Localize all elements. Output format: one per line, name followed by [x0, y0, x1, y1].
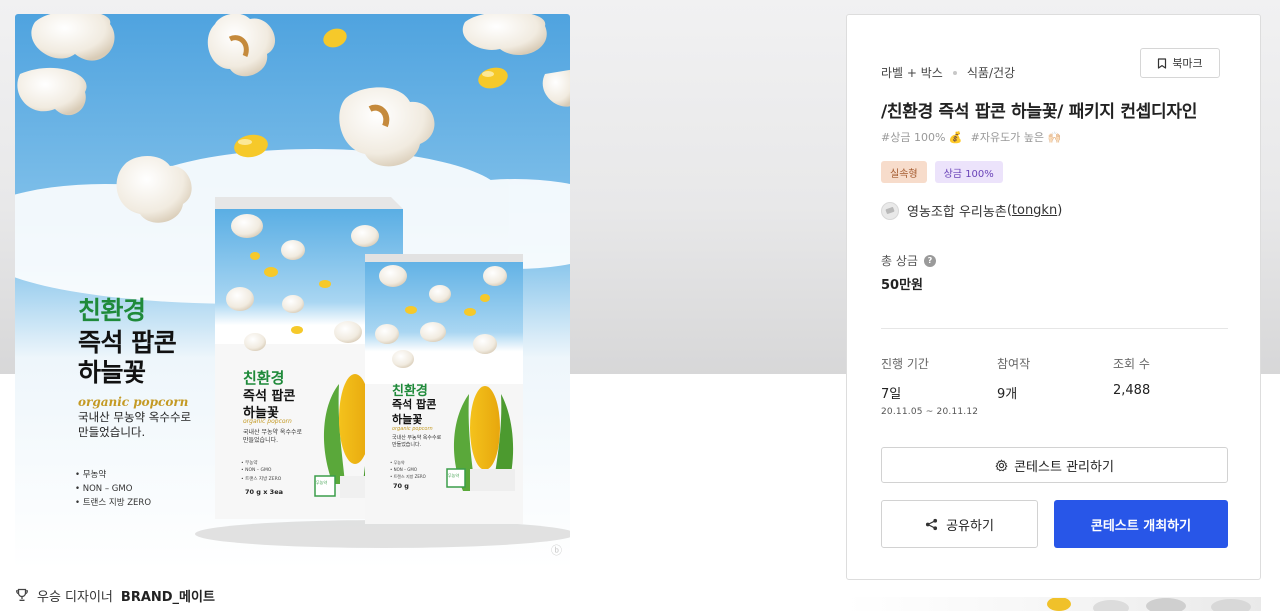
stat-participants: 참여작 9개 [997, 355, 1030, 402]
box-organic-badge: 무농약 [316, 480, 328, 485]
owner-id[interactable]: tongkn [1012, 203, 1057, 218]
hashtag[interactable]: #자유도가 높은 🙌🏻 [971, 129, 1062, 145]
stat-period-value: 7일 [881, 387, 902, 402]
contest-info-card: 라벨 + 박스 식품/건강 북마크 /친환경 즉석 팝콘 하늘꽃/ 패키지 컨셉… [846, 14, 1261, 580]
box-bullet-1: • 무농약 [241, 461, 258, 466]
winner-designer: 우승 디자이너 BRAND_메이트 [15, 585, 215, 605]
trophy-icon [16, 588, 28, 601]
stat-participants-value: 9개 [997, 387, 1018, 402]
winner-name[interactable]: BRAND_메이트 [121, 586, 215, 605]
category-breadcrumb: 라벨 + 박스 식품/건강 [881, 64, 1015, 81]
hero-headline-2: 즉석 팝콘 [78, 328, 177, 357]
stat-period-dates: 20.11.05 ~ 20.11.12 [881, 407, 979, 417]
prize-value: 50만원 [881, 278, 924, 293]
manage-contest-button[interactable]: 콘테스트 관리하기 [881, 447, 1228, 483]
owner-name: 영농조합 우리농촌 [907, 205, 1007, 220]
bookmark-button[interactable]: 북마크 [1140, 48, 1220, 78]
hero-description-2: 만들었습니다. [78, 425, 146, 439]
stat-views-value: 2,488 [1113, 383, 1151, 398]
manage-contest-label: 콘테스트 관리하기 [1014, 459, 1114, 475]
next-item-preview [846, 597, 1261, 611]
hero-headline-3: 하늘꽃 [78, 358, 146, 387]
pouch-headline-2: 즉석 팝콘 [392, 398, 437, 411]
hero-bullet-1: • 무농약 [75, 470, 107, 480]
separator-dot [952, 70, 957, 75]
hero-tagline: organic popcorn [78, 395, 189, 409]
pouch-bullet-3: • 트랜스 지방 ZERO [390, 474, 426, 479]
preview-image [1047, 597, 1251, 611]
share-icon [926, 518, 938, 530]
hero-headline-1: 친환경 [78, 296, 146, 325]
tag-list: 실속형 상금 100% [881, 161, 1003, 183]
share-button[interactable]: 공유하기 [881, 500, 1038, 548]
stat-period: 진행 기간 7일 20.11.05 ~ 20.11.12 [881, 355, 978, 417]
pouch-description-2: 만들었습니다. [392, 442, 422, 448]
box-bullet-3: • 트랜스 지방 ZERO [241, 477, 282, 482]
hashtag-list: #상금 100% 💰 #자유도가 높은 🙌🏻 [881, 129, 1061, 145]
box-description-2: 만들었습니다. [243, 437, 279, 444]
pouch-bullet-2: • NON – GMO [390, 467, 418, 472]
pouch-tagline: organic popcorn [392, 426, 433, 432]
prize-label: 총 상금 ? [881, 252, 936, 269]
help-icon[interactable]: ? [923, 254, 936, 267]
pouch-headline-3: 하늘꽃 [392, 413, 423, 426]
contest-owner[interactable]: 영농조합 우리농촌(tongkn) [881, 201, 1062, 220]
tag-value-type: 실속형 [881, 161, 927, 183]
category-secondary[interactable]: 식품/건강 [967, 64, 1015, 81]
hero-bullet-2: • NON – GMO [75, 484, 133, 494]
category-primary[interactable]: 라벨 + 박스 [881, 64, 943, 81]
hero-bullet-3: • 트랜스 지방 ZERO [75, 498, 152, 508]
bookmark-icon [1158, 57, 1167, 69]
prize-label-text: 총 상금 [881, 254, 918, 268]
gear-icon [995, 459, 1008, 471]
contest-hero-image[interactable]: 친환경 즉석 팝콘 하늘꽃 organic popcorn 국내산 무농약 옥수… [15, 14, 570, 569]
stat-period-label: 진행 기간 [881, 357, 929, 371]
pouch-organic-badge: 무농약 [448, 473, 460, 478]
bookmark-label: 북마크 [1172, 57, 1203, 70]
pouch-description-1: 국내산 무농약 옥수수로 [392, 435, 442, 441]
box-bullet-2: • NON – GMO [241, 468, 272, 473]
contest-title: /친환경 즉석 팝콘 하늘꽃/ 패키지 컨셉디자인 [881, 102, 1198, 122]
host-contest-button[interactable]: 콘테스트 개최하기 [1054, 500, 1228, 548]
hashtag[interactable]: #상금 100% 💰 [881, 129, 963, 145]
watermark-icon: ⓑ [551, 544, 562, 557]
avatar [881, 201, 899, 220]
pouch-weight: 70 g [393, 482, 409, 490]
box-weight: 70 g x 3ea [245, 488, 283, 496]
hero-copy: 친환경 즉석 팝콘 하늘꽃 organic popcorn 국내산 무농약 옥수… [15, 14, 570, 569]
tag-prize-full: 상금 100% [934, 161, 1003, 183]
stat-views: 조회 수 2,488 [1113, 355, 1150, 398]
hero-description-1: 국내산 무농약 옥수수로 [78, 410, 192, 424]
winner-label: 우승 디자이너 [37, 589, 113, 605]
pouch-bullet-1: • 무농약 [390, 460, 405, 465]
share-label: 공유하기 [946, 518, 994, 534]
stat-views-label: 조회 수 [1113, 357, 1150, 371]
divider [881, 328, 1228, 329]
box-tagline: organic popcorn [243, 418, 292, 425]
stat-participants-label: 참여작 [997, 357, 1031, 371]
